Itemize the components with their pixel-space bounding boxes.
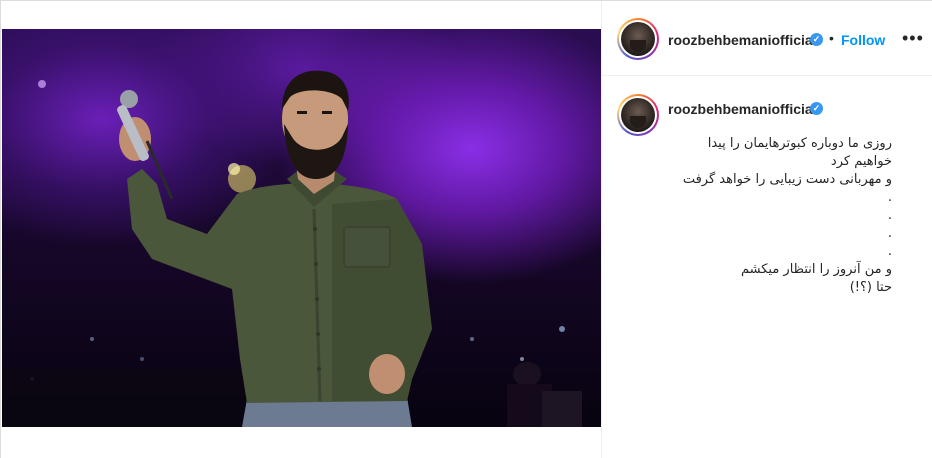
avatar-photo (621, 22, 655, 56)
caption-comment: roozbehbemaniofficial ✓ روزی ما دوباره ک… (602, 77, 932, 297)
instagram-post: roozbehbemaniofficial ✓ • Follow ••• roo… (0, 0, 932, 458)
separator-dot: • (829, 30, 834, 46)
post-photo[interactable] (2, 29, 601, 427)
post-side-panel: roozbehbemaniofficial ✓ • Follow ••• roo… (601, 1, 932, 458)
photo-bottom-margin (1, 427, 601, 458)
avatar-photo (621, 98, 655, 132)
singer-on-stage-image (2, 70, 582, 427)
caption-text: روزی ما دوباره کبوترهایمان را پیدا خواهی… (682, 136, 892, 295)
post-header: roozbehbemaniofficial ✓ • Follow ••• (602, 1, 932, 76)
follow-button[interactable]: Follow (841, 32, 885, 48)
header-username[interactable]: roozbehbemaniofficial (668, 32, 817, 48)
caption-avatar[interactable] (617, 94, 659, 136)
verified-badge-icon: ✓ (810, 102, 823, 115)
caption-username[interactable]: roozbehbemaniofficial (668, 101, 817, 117)
verified-badge-icon: ✓ (810, 33, 823, 46)
more-options-icon[interactable]: ••• (902, 28, 924, 49)
avatar[interactable] (617, 18, 659, 60)
photo-top-margin (1, 1, 601, 29)
